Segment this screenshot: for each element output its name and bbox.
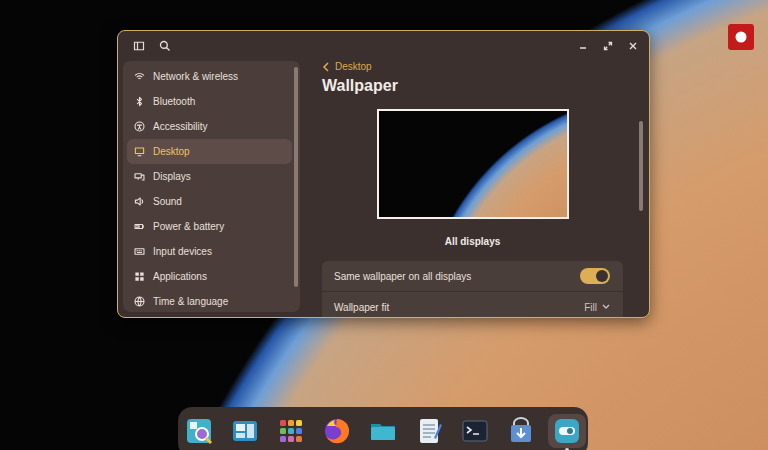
close-icon[interactable]: [628, 41, 638, 51]
sidebar-item[interactable]: Sound: [127, 189, 292, 214]
software-store-icon: [506, 416, 536, 446]
dock-item[interactable]: [180, 414, 218, 448]
sidebar-item[interactable]: Accessibility: [127, 114, 292, 139]
sidebar-item[interactable]: Displays: [127, 164, 292, 189]
wallpaper-preview[interactable]: [377, 109, 569, 219]
workspaces-icon: [230, 416, 260, 446]
dock: [178, 407, 588, 450]
search-icon[interactable]: [159, 40, 171, 52]
battery-icon: [134, 221, 145, 232]
desktop: Network & wirelessBluetoothAccessibility…: [0, 0, 768, 450]
dock-item[interactable]: [502, 414, 540, 448]
dock-item[interactable]: [548, 414, 586, 448]
settings-row[interactable]: Wallpaper fitFill: [322, 292, 623, 317]
sidebar-toggle-icon[interactable]: [133, 40, 145, 52]
settings-window: Network & wirelessBluetoothAccessibility…: [117, 30, 650, 318]
settings-row[interactable]: Same wallpaper on all displays: [322, 261, 623, 292]
desktop-icon: [134, 146, 145, 157]
content-panel: Desktop Wallpaper All displays Same wallpap…: [300, 61, 649, 317]
speaker-icon: [134, 196, 145, 207]
apps-grid-icon: [134, 271, 145, 282]
chevron-left-icon: [322, 62, 330, 72]
dock-item[interactable]: [410, 414, 448, 448]
terminal-icon: [460, 416, 490, 446]
screen-recording-indicator[interactable]: [728, 24, 754, 50]
wifi-icon: [134, 71, 145, 82]
keyboard-icon: [134, 246, 145, 257]
launcher-search-icon: [184, 416, 214, 446]
globe-icon: [134, 296, 145, 307]
files-folder-icon: [368, 416, 398, 446]
sidebar-item[interactable]: Time & language: [127, 289, 292, 312]
sidebar-item[interactable]: Input devices: [127, 239, 292, 264]
maximize-icon[interactable]: [603, 41, 613, 51]
page-title: Wallpaper: [322, 77, 623, 95]
dock-item[interactable]: [456, 414, 494, 448]
header-bar: [123, 31, 300, 61]
app-grid-icon: [276, 416, 306, 446]
toggle-switch[interactable]: [580, 268, 610, 284]
accessibility-icon: [134, 121, 145, 132]
dock-item[interactable]: [318, 414, 356, 448]
fit-dropdown[interactable]: Fill: [584, 302, 610, 313]
dock-item[interactable]: [226, 414, 264, 448]
settings-card: Same wallpaper on all displaysWallpaper …: [322, 261, 623, 317]
sidebar-item[interactable]: Bluetooth: [127, 89, 292, 114]
content-scrollbar[interactable]: [639, 121, 643, 211]
sidebar-item[interactable]: Power & battery: [127, 214, 292, 239]
minimize-icon[interactable]: [578, 41, 588, 51]
record-icon: [734, 30, 748, 44]
back-link[interactable]: Desktop: [322, 61, 623, 72]
sidebar-item[interactable]: Desktop: [127, 139, 292, 164]
sidebar-item[interactable]: Applications: [127, 264, 292, 289]
bluetooth-icon: [134, 96, 145, 107]
settings-app-icon: [552, 416, 582, 446]
sidebar-item[interactable]: Network & wireless: [127, 64, 292, 89]
sidebar: Network & wirelessBluetoothAccessibility…: [123, 61, 300, 312]
firefox-icon: [322, 416, 352, 446]
sidebar-scrollbar[interactable]: [294, 67, 298, 287]
dock-item[interactable]: [364, 414, 402, 448]
running-indicator: [565, 448, 569, 450]
dock-item[interactable]: [272, 414, 310, 448]
displays-icon: [134, 171, 145, 182]
chevron-down-icon: [602, 304, 610, 310]
text-editor-icon: [414, 416, 444, 446]
preview-label: All displays: [322, 236, 623, 247]
